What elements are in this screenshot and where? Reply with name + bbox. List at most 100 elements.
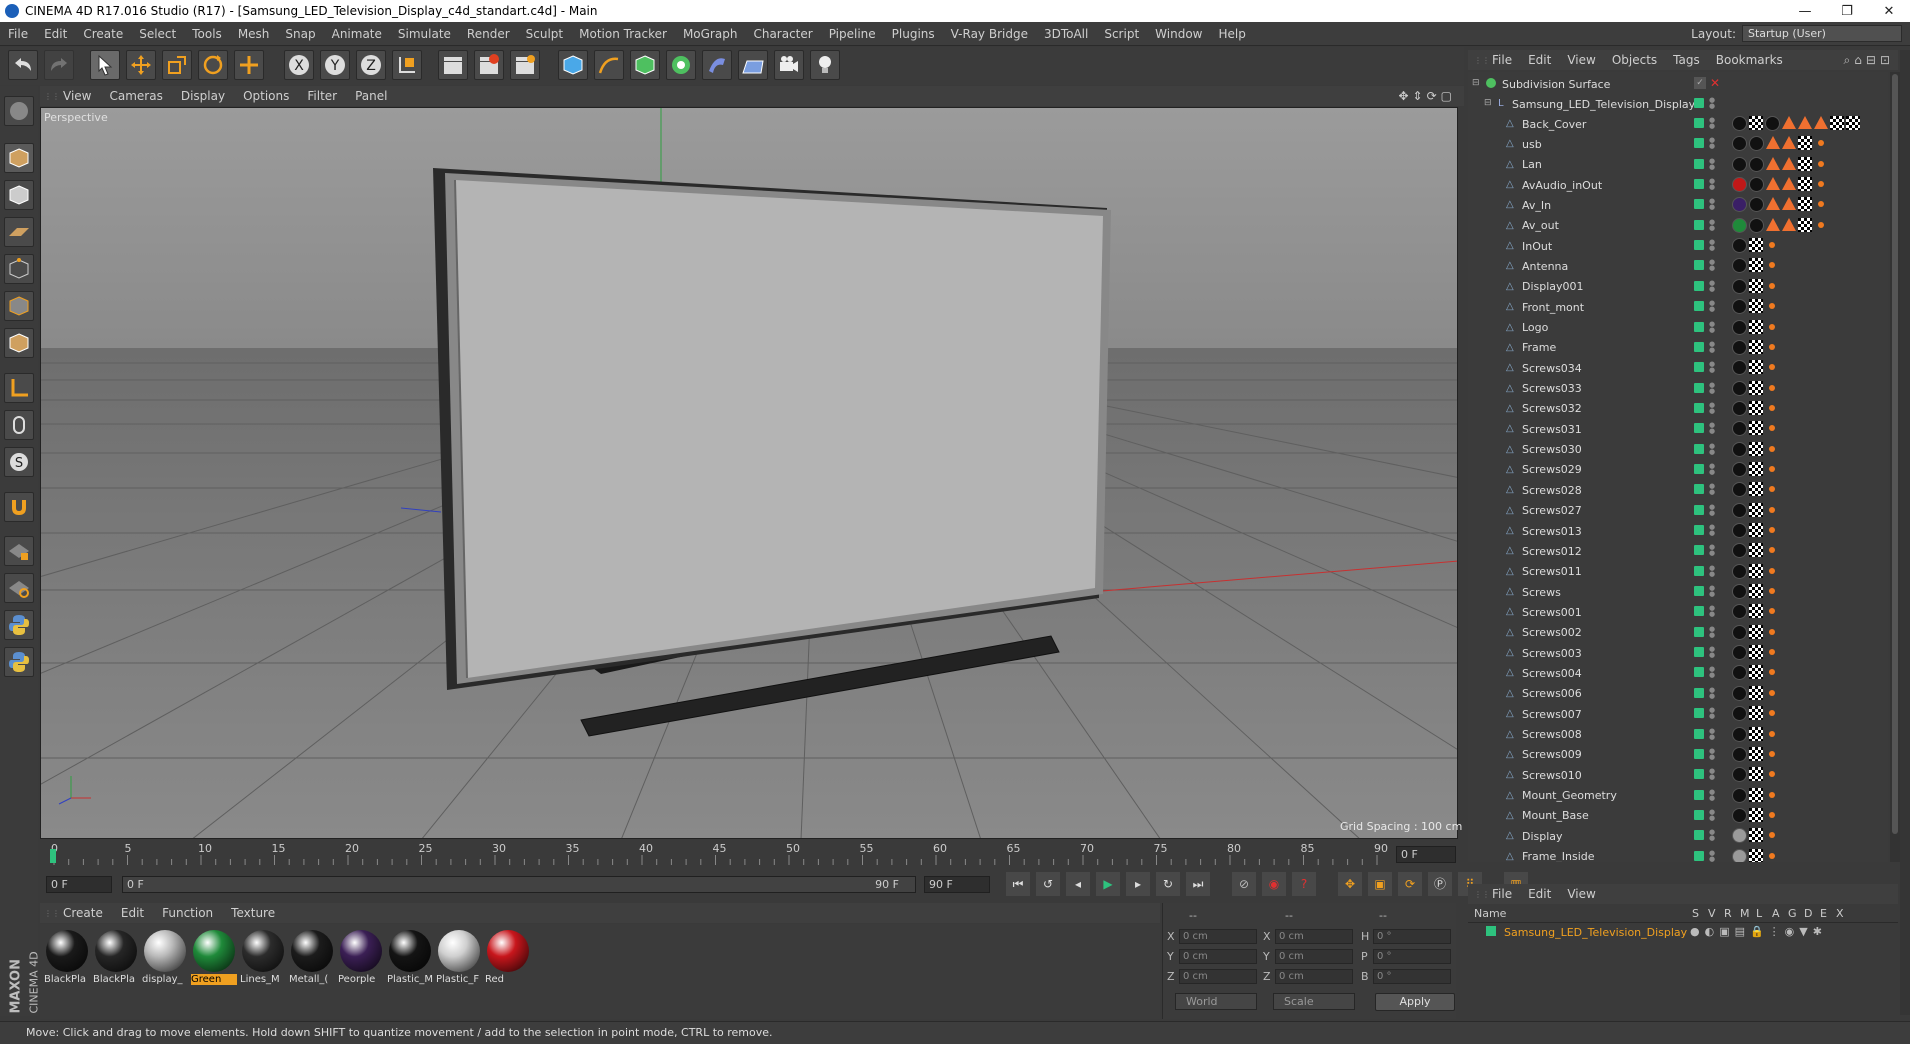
menu-motion-tracker[interactable]: Motion Tracker: [571, 27, 675, 41]
key-position-button[interactable]: ✥: [1338, 872, 1362, 896]
visibility-toggle[interactable]: [1694, 301, 1704, 312]
selection-tag-icon[interactable]: [1765, 645, 1777, 659]
render-settings-button[interactable]: [510, 50, 540, 80]
menu-plugins[interactable]: Plugins: [884, 27, 943, 41]
visibility-toggle[interactable]: [1694, 626, 1704, 637]
phong-tag-icon[interactable]: [1782, 197, 1796, 211]
material-tag-icon[interactable]: [1732, 563, 1747, 579]
uvw-tag-icon[interactable]: [1749, 767, 1763, 782]
material-tag-icon[interactable]: [1749, 217, 1764, 233]
polygons-mode-button[interactable]: [4, 328, 34, 358]
current-frame-field[interactable]: 0 F: [1396, 846, 1456, 863]
autokey-button[interactable]: ◉: [1262, 872, 1286, 896]
render-visibility-dots[interactable]: ● ●: [1709, 198, 1715, 211]
visibility-toggle[interactable]: [1694, 199, 1704, 210]
object-menu-view[interactable]: View: [1559, 53, 1603, 67]
visibility-toggle[interactable]: [1694, 138, 1704, 149]
render-visibility-dots[interactable]: ● ●: [1709, 686, 1715, 699]
visibility-toggle[interactable]: [1694, 525, 1704, 535]
disable-x-icon[interactable]: ✕: [1710, 76, 1720, 90]
material-tag-icon[interactable]: [1732, 319, 1747, 335]
add-floor-button[interactable]: [738, 50, 768, 80]
selection-tag-icon[interactable]: [1765, 747, 1777, 761]
layer-menu-file[interactable]: File: [1484, 887, 1520, 901]
uvw-tag-icon[interactable]: [1798, 177, 1812, 192]
menu-script[interactable]: Script: [1096, 27, 1147, 41]
viewport-menu-view[interactable]: View: [54, 89, 100, 103]
menu-3dtoall[interactable]: 3DToAll: [1036, 27, 1096, 41]
menu-simulate[interactable]: Simulate: [390, 27, 459, 41]
viewport-menu-panel[interactable]: Panel: [346, 89, 396, 103]
object-menu-file[interactable]: File: [1484, 53, 1520, 67]
render-visibility-dots[interactable]: ● ●: [1709, 829, 1715, 842]
object-row[interactable]: △ Screws003 ● ●: [1468, 643, 1888, 663]
material-tag-icon[interactable]: [1732, 482, 1747, 498]
render-visibility-dots[interactable]: ● ●: [1709, 340, 1715, 353]
coord-value-field[interactable]: 0 cm: [1179, 929, 1257, 944]
layer-menu-view[interactable]: View: [1559, 887, 1603, 901]
layer-menu-edit[interactable]: Edit: [1520, 887, 1559, 901]
uvw-tag-icon[interactable]: [1749, 461, 1763, 476]
x-axis-lock-button[interactable]: X: [284, 50, 314, 80]
uvw-tag-icon[interactable]: [1749, 482, 1763, 497]
material-swatch[interactable]: Plastic_M: [387, 928, 433, 988]
render-visibility-dots[interactable]: ● ●: [1709, 747, 1715, 760]
render-visibility-dots[interactable]: ● ●: [1709, 279, 1715, 292]
uvw-tag-icon[interactable]: [1749, 543, 1763, 558]
render-visibility-dots[interactable]: ● ●: [1709, 808, 1715, 821]
coord-value-field[interactable]: 0 °: [1373, 929, 1451, 944]
material-tag-icon[interactable]: [1732, 645, 1747, 661]
object-row[interactable]: △ Antenna ● ●: [1468, 256, 1888, 276]
phong-tag-icon[interactable]: [1782, 217, 1796, 231]
uvw-tag-icon[interactable]: [1749, 828, 1763, 843]
coord-value-field[interactable]: 0 cm: [1275, 969, 1353, 984]
add-cube-button[interactable]: [558, 50, 588, 80]
material-menu-edit[interactable]: Edit: [112, 906, 153, 920]
render-visibility-dots[interactable]: ● ●: [1709, 442, 1715, 455]
selection-tag-icon[interactable]: [1765, 442, 1777, 456]
visibility-toggle[interactable]: [1694, 708, 1704, 719]
object-row[interactable]: △ InOut ● ●: [1468, 236, 1888, 256]
uvw-tag-icon[interactable]: [1749, 563, 1763, 578]
move-tool-button[interactable]: [126, 50, 156, 80]
menu-render[interactable]: Render: [459, 27, 518, 41]
workplane-mode-button[interactable]: [4, 217, 34, 247]
selection-tag-icon[interactable]: [1814, 177, 1826, 191]
selection-tag-icon[interactable]: [1765, 584, 1777, 598]
render-visibility-dots[interactable]: ● ●: [1709, 117, 1715, 130]
visibility-toggle[interactable]: [1694, 687, 1704, 698]
tweak-mode-button[interactable]: [4, 410, 34, 440]
coord-value-field[interactable]: 0 cm: [1275, 929, 1353, 944]
render-visibility-dots[interactable]: ● ●: [1709, 585, 1715, 598]
viewport-menu-display[interactable]: Display: [172, 89, 234, 103]
phong-tag-icon[interactable]: [1814, 116, 1828, 129]
points-mode-button[interactable]: [4, 254, 34, 284]
layer-row[interactable]: Samsung_LED_Television_Display ●◐▣▤🔒⋮◉▼✱: [1468, 924, 1898, 942]
render-visibility-dots[interactable]: ● ●: [1709, 137, 1715, 150]
material-tag-icon[interactable]: [1732, 156, 1747, 172]
menu-mograph[interactable]: MoGraph: [675, 27, 746, 41]
object-row[interactable]: △ Mount_Geometry ● ●: [1468, 786, 1888, 806]
selection-tag-icon[interactable]: [1765, 767, 1777, 781]
render-visibility-dots[interactable]: ● ●: [1709, 483, 1715, 496]
render-visibility-dots[interactable]: ● ●: [1709, 768, 1715, 781]
material-tag-icon[interactable]: [1732, 461, 1747, 477]
uvw-tag-icon[interactable]: [1749, 726, 1763, 741]
material-tag-icon[interactable]: [1732, 726, 1747, 742]
visibility-toggle[interactable]: [1694, 748, 1704, 759]
material-tag-icon[interactable]: [1749, 156, 1764, 172]
uvw-tag-icon[interactable]: [1749, 706, 1763, 721]
object-row[interactable]: △ Screws030 ● ●: [1468, 440, 1888, 460]
selection-tag-icon[interactable]: [1765, 604, 1777, 618]
material-swatch[interactable]: Plastic_F: [436, 928, 482, 988]
selection-tag-icon[interactable]: [1765, 258, 1777, 272]
material-tag-icon[interactable]: [1749, 136, 1764, 152]
visibility-toggle[interactable]: [1694, 565, 1704, 576]
object-row[interactable]: △ AvAudio_inOut ● ●: [1468, 175, 1888, 195]
material-tag-icon[interactable]: [1732, 848, 1747, 862]
visibility-toggle[interactable]: [1694, 647, 1704, 658]
add-light-button[interactable]: [810, 50, 840, 80]
uvw-tag-icon[interactable]: [1749, 523, 1763, 537]
viewport-menu-filter[interactable]: Filter: [298, 89, 346, 103]
menu-vray-bridge[interactable]: V-Ray Bridge: [943, 27, 1036, 41]
